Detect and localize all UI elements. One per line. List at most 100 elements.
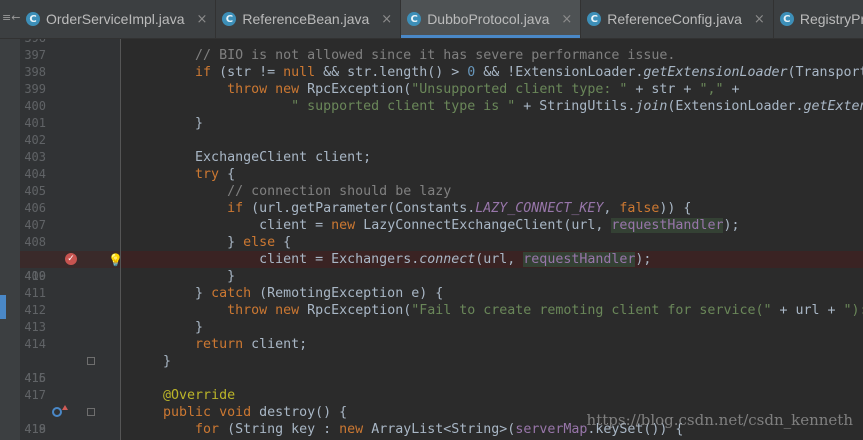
code-text: && str.length() > (315, 65, 468, 80)
close-icon[interactable]: × (197, 12, 208, 27)
line-number: 413 (24, 320, 46, 334)
code-line-breakpoint: client = Exchangers.connect(url, request… (121, 251, 863, 268)
comment: // BIO is not allowed since it has sever… (195, 48, 676, 63)
code-text: ); (723, 218, 740, 233)
collapse-left-icon[interactable]: ≡← (2, 11, 20, 24)
left-panel-stub[interactable]: ≡← (0, 0, 20, 38)
constant: LAZY_CONNECT_KEY (475, 201, 604, 216)
code-text: { (275, 235, 292, 250)
line-number: 411 (24, 286, 46, 300)
gutter-line: 416 (20, 370, 120, 387)
code-text: && !ExtensionLoader. (475, 65, 644, 80)
gutter-line: 419 (20, 421, 120, 438)
gutter-line: 408 (20, 234, 120, 251)
code-line: throw new RpcException("Fail to create r… (121, 302, 863, 319)
gutter-line: 410 (20, 268, 120, 285)
code-line: // BIO is not allowed since it has sever… (121, 47, 863, 64)
code-line: throw new RpcException("Unsupported clie… (121, 81, 863, 98)
tab-reference-config[interactable]: C ReferenceConfig.java × (581, 0, 774, 38)
code-text: client; (243, 337, 308, 352)
breakpoint-icon[interactable]: ✓ (65, 253, 77, 265)
code-line: } (121, 115, 863, 132)
code-text: } (227, 235, 244, 250)
comment: // connection should be lazy (227, 184, 452, 199)
gutter-line: 411 (20, 285, 120, 302)
keyword: return (195, 337, 244, 352)
line-number: 405 (24, 184, 46, 198)
code-text: } (195, 320, 204, 335)
close-icon[interactable]: × (381, 12, 392, 27)
tab-dubbo-protocol[interactable]: C DubboProtocol.java × (401, 0, 582, 38)
line-number: 412 (24, 303, 46, 317)
code-editor[interactable]: 396 397 398 399 400 401 402 403 404 405 … (0, 39, 863, 440)
code-line: } catch (RemotingException e) { (121, 285, 863, 302)
code-text: RpcException( (299, 303, 412, 318)
field: serverMap (515, 422, 588, 437)
tab-label: RegistryProtocol.jav (799, 11, 863, 27)
editor-gutter[interactable]: 396 397 398 399 400 401 402 403 404 405 … (20, 39, 123, 440)
line-number: 396 (24, 39, 46, 47)
fold-icon[interactable] (87, 357, 95, 365)
line-number: 414 (24, 337, 46, 351)
code-line: if (url.getParameter(Constants.LAZY_CONN… (121, 200, 863, 217)
gutter-line: 397 (20, 47, 120, 64)
keyword: if (227, 201, 244, 216)
code-line: return client; (121, 336, 863, 353)
class-icon: C (587, 12, 602, 26)
code-text: + url + (771, 303, 844, 318)
gutter-line: 414 (20, 336, 120, 353)
close-icon[interactable]: × (561, 12, 572, 27)
code-line: } (121, 319, 863, 336)
tool-window-strip[interactable] (0, 39, 20, 440)
static-method: getExtension (803, 99, 863, 114)
fold-icon[interactable] (87, 408, 95, 416)
lightbulb-icon[interactable]: 💡 (108, 252, 123, 267)
line-number: 417 (24, 388, 46, 402)
code-text: (RemotingException e) { (251, 286, 444, 301)
line-number: 397 (24, 48, 46, 62)
line-number: 399 (24, 82, 46, 96)
keyword: null (283, 65, 316, 80)
code-area[interactable]: // BIO is not allowed since it has sever… (121, 39, 863, 440)
tab-reference-bean[interactable]: C ReferenceBean.java × (216, 0, 402, 38)
line-number: 416 (24, 371, 46, 385)
line-number: 410 (24, 269, 46, 283)
tab-order-service-impl[interactable]: C OrderServiceImpl.java × (20, 0, 217, 38)
keyword: if (195, 65, 212, 80)
gutter-line: 403 (20, 149, 120, 166)
annotation: @Override (163, 388, 236, 403)
tool-window-indicator[interactable] (0, 295, 6, 319)
code-line: } (121, 353, 863, 370)
keyword: public (163, 405, 212, 420)
code-text: (url.getParameter(Constants. (243, 201, 476, 216)
line-number: 401 (24, 116, 46, 130)
keyword: else (243, 235, 276, 250)
close-icon[interactable]: × (754, 12, 765, 27)
gutter-line-breakpoint: 409 ✓ 💡 (20, 251, 123, 283)
line-number: 406 (24, 201, 46, 215)
static-method: join (635, 99, 668, 114)
static-method: connect (419, 252, 476, 267)
highlighted-field: requestHandler (523, 252, 636, 267)
code-text: ArrayList<String>( (363, 422, 516, 437)
keyword: try (195, 167, 220, 182)
string-literal: "Unsupported client type: " (411, 82, 628, 97)
code-line: } (121, 268, 863, 285)
tab-registry-protocol[interactable]: C RegistryProtocol.jav (774, 0, 863, 38)
editor-tab-bar: ≡← C OrderServiceImpl.java × C Reference… (0, 0, 863, 39)
tab-label: ReferenceConfig.java (607, 11, 742, 27)
code-text: (str != (211, 65, 284, 80)
code-line: client = new LazyConnectExchangeClient(u… (121, 217, 863, 234)
code-line: } else { (121, 234, 863, 251)
gutter-line: 407 (20, 217, 120, 234)
override-method-icon[interactable] (52, 405, 68, 417)
keyword: catch (211, 286, 252, 301)
gutter-line: 399 (20, 81, 120, 98)
line-number: 408 (24, 235, 46, 249)
gutter-line: 412 (20, 302, 120, 319)
code-text: + str + (627, 82, 700, 97)
code-text: ExchangeClient client; (195, 150, 372, 165)
highlighted-field: requestHandler (611, 218, 724, 233)
watermark: https://blog.csdn.net/csdn_kenneth (586, 411, 853, 429)
keyword: for (195, 422, 220, 437)
